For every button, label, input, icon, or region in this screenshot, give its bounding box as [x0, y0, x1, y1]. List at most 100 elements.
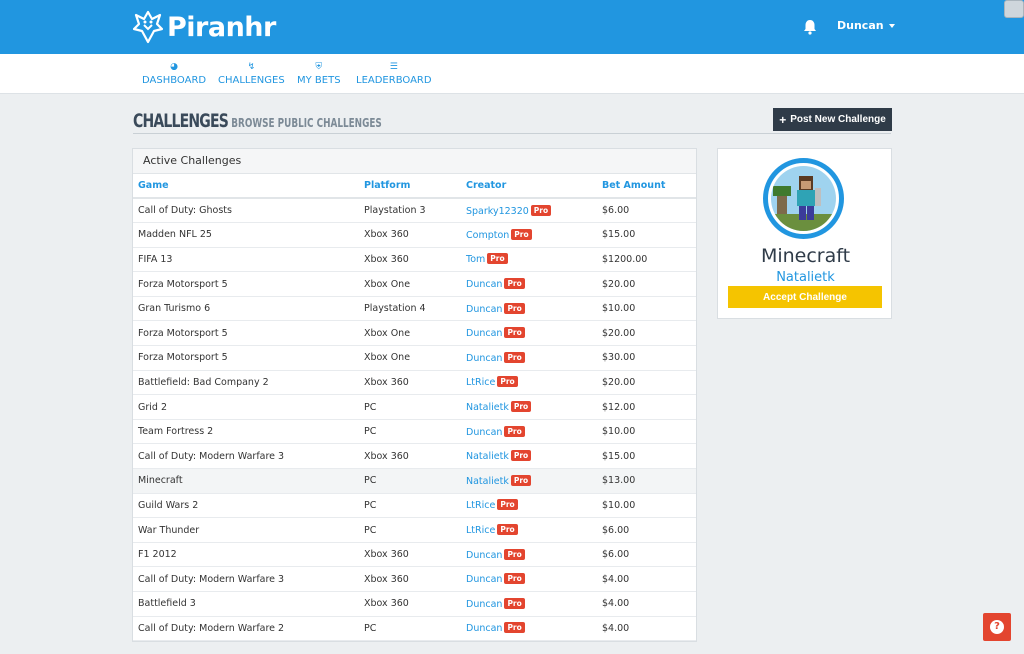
bet-amount-cell: $13.00 [597, 468, 696, 494]
selected-creator-link[interactable]: Natalietk [718, 270, 893, 285]
game-cell: F1 2012 [133, 542, 359, 568]
table-row[interactable]: Minecraft PC Natalietk Pro $13.00 [133, 468, 696, 494]
creator-link[interactable]: Natalietk [466, 451, 509, 462]
creator-link[interactable]: Tom [466, 254, 485, 265]
nav-my-bets[interactable]: ⛨ MY BETS [297, 61, 341, 86]
table-row[interactable]: Battlefield 3 Xbox 360 Duncan Pro $4.00 [133, 591, 696, 617]
game-cell: Call of Duty: Modern Warfare 3 [133, 443, 359, 470]
creator-link[interactable]: Natalietk [466, 476, 509, 487]
creator-cell: Duncan Pro [461, 320, 597, 347]
bet-amount-cell: $6.00 [597, 517, 696, 543]
creator-link[interactable]: Duncan [466, 304, 502, 315]
table-row[interactable]: Guild Wars 2 PC LtRice Pro $10.00 [133, 493, 696, 519]
browser-extension-icon[interactable] [1004, 0, 1024, 18]
table-row[interactable]: Team Fortress 2 PC Duncan Pro $10.00 [133, 419, 696, 445]
platform-cell: Xbox 360 [359, 591, 461, 617]
column-header-platform[interactable]: Platform [359, 174, 461, 199]
user-menu[interactable]: Duncan [837, 19, 895, 32]
bell-icon[interactable] [803, 19, 817, 35]
creator-link[interactable]: Duncan [466, 599, 502, 610]
table-row[interactable]: Forza Motorsport 5 Xbox One Duncan Pro $20.0… [133, 320, 696, 347]
table-row[interactable]: Forza Motorsport 5 Xbox One Duncan Pro $30.0… [133, 345, 696, 371]
page-subtitle: BROWSE PUBLIC CHALLENGES [231, 116, 382, 130]
table-row[interactable]: Battlefield: Bad Company 2 Xbox 360 LtRice… [133, 370, 696, 396]
pro-badge: Pro [504, 597, 525, 609]
pro-badge: Pro [510, 450, 532, 462]
table-row[interactable]: FIFA 13 Xbox 360 Tom Pro $1200.00 [133, 247, 696, 273]
table-row[interactable]: Forza Motorsport 5 Xbox One Duncan Pro $20.0… [133, 271, 696, 297]
active-challenges-panel: Active Challenges Game Platform Creator … [132, 148, 697, 642]
table-row[interactable]: Call of Duty: Ghosts Playstation 3 Sparky1… [133, 198, 696, 224]
platform-cell: Playstation 4 [359, 296, 461, 322]
bet-amount-cell: $1200.00 [597, 247, 696, 273]
game-cell: Battlefield: Bad Company 2 [133, 370, 359, 396]
user-name: Duncan [837, 19, 884, 32]
nav-challenges[interactable]: ↯ CHALLENGES [218, 61, 285, 86]
panel-heading: Active Challenges [133, 149, 696, 174]
creator-link[interactable]: Duncan [466, 550, 502, 561]
creator-link[interactable]: Duncan [466, 279, 502, 290]
creator-cell: Duncan Pro [461, 419, 597, 445]
creator-link[interactable]: Duncan [466, 574, 502, 585]
minecraft-avatar [771, 166, 836, 231]
bet-amount-cell: $20.00 [597, 271, 696, 297]
creator-link[interactable]: Natalietk [466, 402, 509, 413]
platform-cell: Xbox One [359, 271, 461, 297]
game-cell: Call of Duty: Ghosts [133, 198, 359, 224]
help-icon: ? [990, 620, 1004, 634]
dashboard-icon: ◕ [170, 62, 178, 72]
creator-link[interactable]: Duncan [466, 328, 502, 339]
creator-link[interactable]: LtRice [466, 377, 495, 388]
creator-link[interactable]: Duncan [466, 353, 502, 364]
table-row[interactable]: War Thunder PC LtRice Pro $6.00 [133, 517, 696, 543]
bet-amount-cell: $4.00 [597, 566, 696, 592]
creator-link[interactable]: LtRice [466, 500, 495, 511]
table-row[interactable]: Call of Duty: Modern Warfare 3 Xbox 360 Na… [133, 443, 696, 470]
creator-cell: Duncan Pro [461, 542, 597, 568]
brand-logo[interactable]: Piranhr [133, 8, 276, 46]
creator-cell: Natalietk Pro [461, 443, 597, 470]
column-header-game[interactable]: Game [133, 174, 359, 199]
creator-cell: LtRice Pro [461, 517, 597, 543]
creator-cell: Natalietk Pro [461, 394, 597, 420]
creator-link[interactable]: LtRice [466, 525, 495, 536]
creator-cell: LtRice Pro [461, 493, 597, 519]
creator-link[interactable]: Duncan [466, 427, 502, 438]
nav-dashboard-label: DASHBOARD [142, 75, 207, 86]
creator-cell: Duncan Pro [461, 296, 597, 322]
table-row[interactable]: Call of Duty: Modern Warfare 2 PC Duncan Pr… [133, 616, 696, 642]
table-header-row: Game Platform Creator Bet Amount [133, 174, 696, 199]
post-new-challenge-label: Post New Challenge [790, 114, 886, 125]
column-header-creator[interactable]: Creator [461, 174, 597, 199]
column-header-bet-amount[interactable]: Bet Amount [597, 174, 696, 199]
platform-cell: Xbox 360 [359, 247, 461, 273]
bet-amount-cell: $6.00 [597, 542, 696, 568]
table-row[interactable]: Madden NFL 25 Xbox 360 Compton Pro $15.00 [133, 222, 696, 248]
table-row[interactable]: Call of Duty: Modern Warfare 3 Xbox 360 Du… [133, 566, 696, 592]
pro-badge: Pro [511, 228, 532, 240]
post-new-challenge-button[interactable]: + Post New Challenge [773, 108, 892, 131]
bet-amount-cell: $4.00 [597, 591, 696, 617]
game-cell: Grid 2 [133, 394, 359, 420]
creator-link[interactable]: Sparky12320 [466, 206, 529, 217]
creator-cell: Natalietk Pro [461, 468, 597, 494]
help-button[interactable]: ? [983, 613, 1011, 641]
creator-link[interactable]: Compton [466, 230, 509, 241]
table-row[interactable]: Grid 2 PC Natalietk Pro $12.00 [133, 394, 696, 420]
table-row[interactable]: Gran Turismo 6 Playstation 4 Duncan Pro $10.… [133, 296, 696, 322]
accept-challenge-button[interactable]: Accept Challenge [728, 286, 882, 308]
creator-link[interactable]: Duncan [466, 623, 502, 634]
pro-badge: Pro [504, 425, 525, 437]
page-title: CHALLENGES BROWSE PUBLIC CHALLENGES [133, 110, 382, 132]
platform-cell: Xbox 360 [359, 222, 461, 248]
bet-amount-cell: $6.00 [597, 198, 696, 224]
bet-amount-cell: $30.00 [597, 345, 696, 371]
table-row[interactable]: F1 2012 Xbox 360 Duncan Pro $6.00 [133, 542, 696, 568]
creator-cell: Duncan Pro [461, 616, 597, 642]
game-cell: Forza Motorsport 5 [133, 320, 359, 347]
nav-leaderboard[interactable]: ☰ LEADERBOARD [356, 61, 432, 86]
creator-cell: Duncan Pro [461, 345, 597, 371]
bet-amount-cell: $15.00 [597, 222, 696, 248]
pro-badge: Pro [497, 376, 518, 388]
nav-dashboard[interactable]: ◕ DASHBOARD [142, 61, 206, 86]
